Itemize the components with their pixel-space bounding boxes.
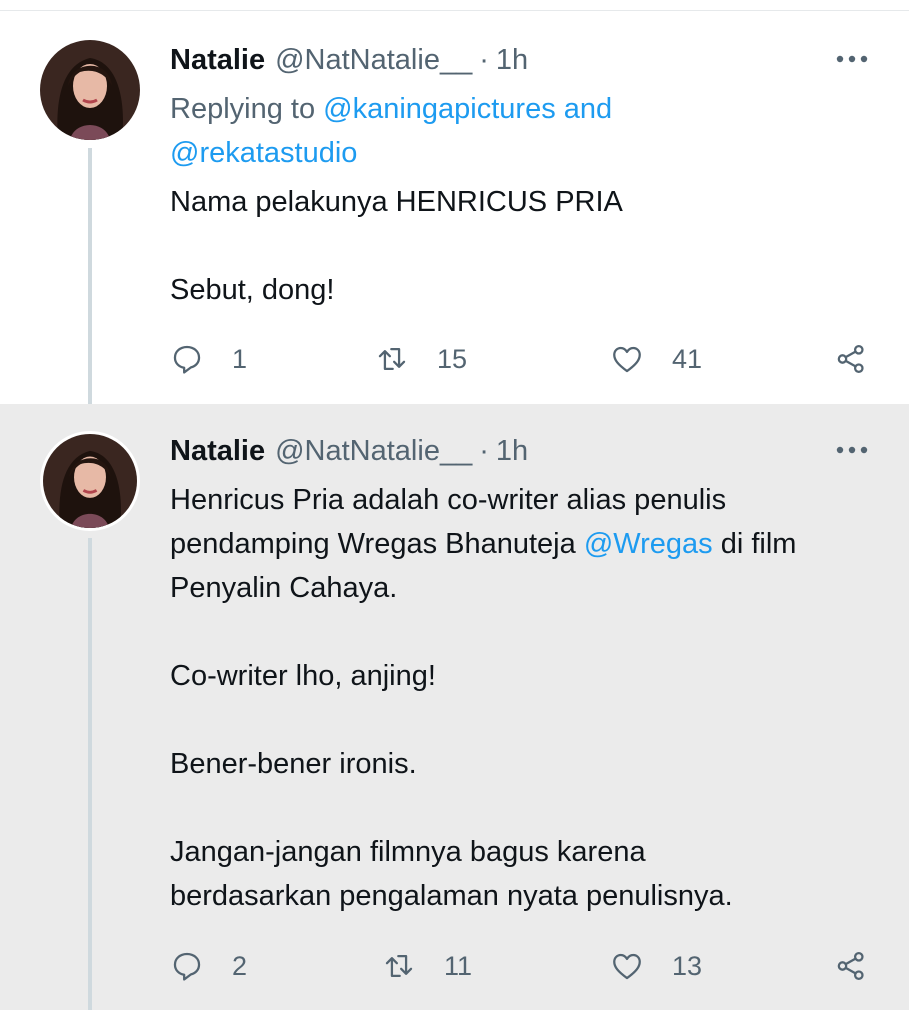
separator-dot: · [479,434,489,467]
separator-dot: · [479,43,489,76]
tweet-text-line: Henricus Pria adalah co-writer alias pen… [170,484,727,516]
tweet-text-line: Jangan-jangan filmnya bagus karena [170,836,646,868]
tweet-text: Nama pelakunya HENRICUS PRIA Sebut, dong… [170,180,890,312]
more-horizontal-icon [836,446,868,454]
reply-count: 2 [232,950,248,981]
speech-bubble-icon [173,345,201,374]
bottom-strip [0,1010,909,1024]
tweet-text-line: Nama pelakunya HENRICUS PRIA [170,186,623,218]
retweet-count: 11 [444,950,473,981]
more-options-button[interactable] [832,44,872,74]
user-handle[interactable]: @NatNatalie__ [275,435,472,468]
reply-count: 1 [232,343,248,374]
more-options-button[interactable] [832,435,872,465]
thread-line [88,148,92,408]
tweet-text-line: berdasarkan pengalaman nyata penulisnya. [170,880,733,912]
display-name[interactable]: Natalie [170,44,265,77]
timestamp[interactable]: 1h [496,435,528,468]
tweet-text-line: pendamping Wregas Bhanuteja @Wregas di f… [170,528,797,560]
avatar-image [40,40,140,140]
retweet-button[interactable]: 11 [382,944,472,988]
retweet-count: 15 [437,343,468,374]
tweet-text-line: Co-writer lho, anjing! [170,660,436,692]
mention-wregas[interactable]: @Wregas [584,528,713,560]
replying-to-label: Replying to [170,93,316,125]
display-name[interactable]: Natalie [170,435,265,468]
avatar-image [43,434,137,528]
retweet-icon [378,347,406,371]
retweet-button[interactable]: 15 [375,337,467,381]
more-horizontal-icon [836,55,868,63]
share-icon [837,951,864,981]
tweet-header: Natalie @NatNatalie__ · 1h [170,40,528,80]
reply-button[interactable]: 2 [170,944,247,988]
replying-to: Replying to @kaningapictures and @rekata… [170,87,890,175]
share-icon [837,344,864,374]
tweet-text: Henricus Pria adalah co-writer alias pen… [170,478,890,918]
retweet-icon [385,954,413,978]
avatar[interactable] [40,431,140,531]
timestamp[interactable]: 1h [496,44,528,77]
share-button[interactable] [834,337,868,381]
thread-line [88,538,92,1024]
like-button[interactable]: 13 [610,944,702,988]
like-button[interactable]: 41 [610,337,702,381]
speech-bubble-icon [173,952,201,981]
tweet-text-line: Bener-bener ironis. [170,748,417,780]
user-handle[interactable]: @NatNatalie__ [275,44,472,77]
mention-rekatastudio[interactable]: @rekatastudio [170,137,357,169]
share-button[interactable] [834,944,868,988]
like-count: 13 [672,950,703,981]
tweet-text-line: Penyalin Cahaya. [170,572,398,604]
reply-button[interactable]: 1 [170,337,247,381]
tweet-actions: 2 11 13 [170,944,880,988]
replying-to-conjunction: and [563,93,613,125]
mention-kaningapictures[interactable]: @kaningapictures [323,93,556,125]
tweet-header: Natalie @NatNatalie__ · 1h [170,431,528,471]
like-count: 41 [672,343,703,374]
tweet-actions: 1 15 41 [170,337,880,381]
heart-icon [613,346,641,373]
avatar[interactable] [40,40,140,140]
heart-icon [613,953,641,980]
tweet-text-line: Sebut, dong! [170,274,335,306]
